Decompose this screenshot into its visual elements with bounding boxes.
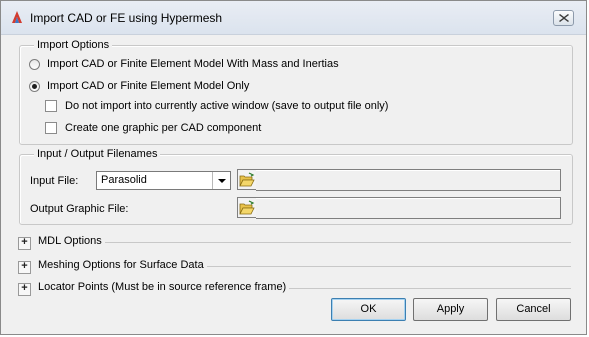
expand-meshing-options-button[interactable]: + bbox=[18, 261, 31, 274]
expand-mdl-options-button[interactable]: + bbox=[18, 237, 31, 250]
filenames-legend: Input / Output Filenames bbox=[34, 148, 161, 161]
altair-logo-icon bbox=[9, 9, 25, 25]
mdl-options-label[interactable]: MDL Options bbox=[38, 235, 105, 247]
input-format-dropdown[interactable]: Parasolid bbox=[96, 171, 231, 190]
ok-button[interactable]: OK bbox=[331, 298, 406, 321]
close-icon bbox=[559, 14, 569, 22]
output-file-label: Output Graphic File: bbox=[30, 203, 129, 215]
radio-mass-label: Import CAD or Finite Element Model With … bbox=[47, 58, 339, 70]
checkbox-graphic-per-component[interactable]: Create one graphic per CAD component bbox=[45, 121, 261, 135]
checkbox-no-import-active-window[interactable]: Do not import into currently active wind… bbox=[45, 99, 388, 113]
apply-button[interactable]: Apply bbox=[413, 298, 488, 321]
input-file-path-field[interactable] bbox=[256, 169, 561, 191]
radio-import-with-mass[interactable]: Import CAD or Finite Element Model With … bbox=[29, 57, 339, 71]
folder-open-icon bbox=[239, 200, 255, 215]
radio-button-mass[interactable] bbox=[29, 58, 40, 70]
radio-only-label: Import CAD or Finite Element Model Only bbox=[47, 80, 250, 92]
import-cad-dialog: Import CAD or FE using Hypermesh Import … bbox=[0, 0, 587, 335]
checkbox-no-import-label: Do not import into currently active wind… bbox=[65, 100, 389, 112]
section-divider bbox=[38, 242, 571, 243]
checkbox-graphic-label: Create one graphic per CAD component bbox=[65, 122, 262, 134]
radio-button-only[interactable] bbox=[29, 80, 40, 92]
import-options-legend: Import Options bbox=[34, 39, 113, 52]
checkbox-graphic[interactable] bbox=[45, 122, 57, 134]
input-file-label: Input File: bbox=[30, 175, 79, 187]
window-title: Import CAD or FE using Hypermesh bbox=[30, 11, 223, 25]
checkbox-no-import[interactable] bbox=[45, 100, 57, 112]
chevron-down-icon[interactable] bbox=[212, 172, 230, 189]
output-file-path-field[interactable] bbox=[256, 197, 561, 219]
expand-locator-points-button[interactable]: + bbox=[18, 283, 31, 296]
locator-points-label[interactable]: Locator Points (Must be in source refere… bbox=[38, 281, 290, 293]
output-file-browse-button[interactable] bbox=[237, 197, 257, 218]
input-format-value: Parasolid bbox=[101, 174, 147, 186]
input-file-browse-button[interactable] bbox=[237, 169, 257, 190]
meshing-options-label[interactable]: Meshing Options for Surface Data bbox=[38, 259, 207, 271]
title-bar: Import CAD or FE using Hypermesh bbox=[1, 1, 586, 35]
cancel-button[interactable]: Cancel bbox=[496, 298, 571, 321]
close-button[interactable] bbox=[553, 10, 574, 26]
radio-import-only[interactable]: Import CAD or Finite Element Model Only bbox=[29, 79, 249, 93]
folder-open-icon bbox=[239, 172, 255, 187]
